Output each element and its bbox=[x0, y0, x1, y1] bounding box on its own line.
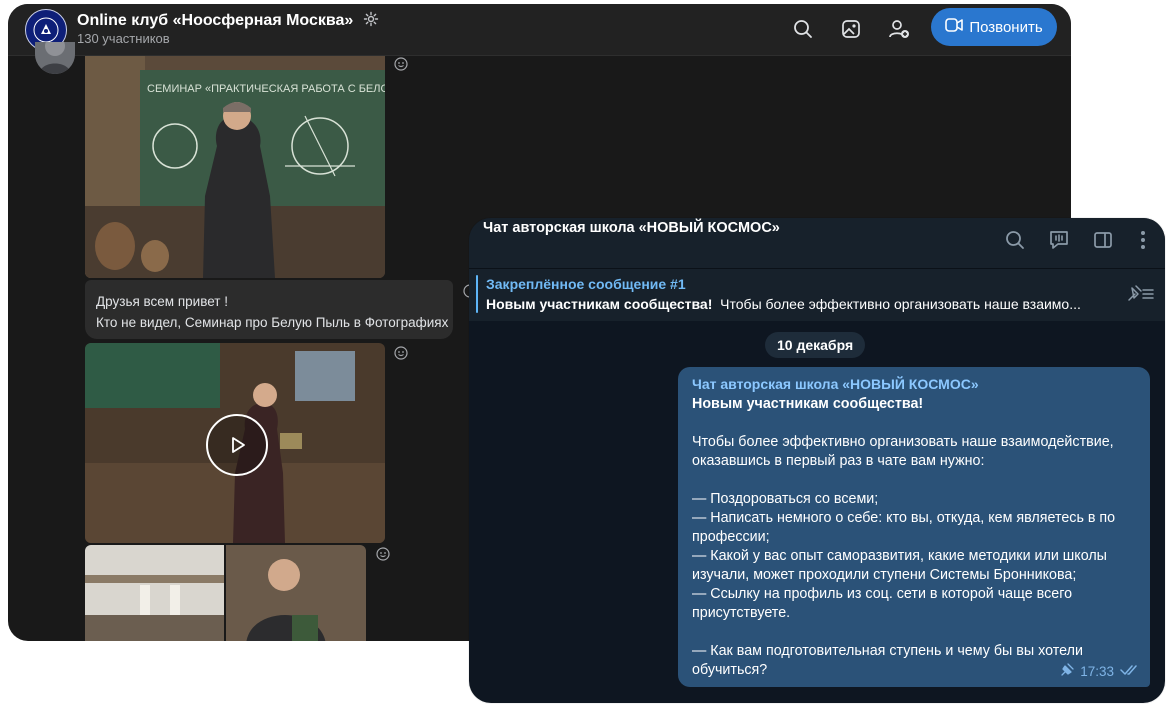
video-call-icon bbox=[945, 17, 964, 37]
sidebar-icon[interactable] bbox=[1091, 228, 1115, 252]
portrait-photo[interactable] bbox=[226, 545, 366, 641]
pinned-list-icon[interactable] bbox=[1125, 282, 1157, 306]
search-icon[interactable] bbox=[1003, 228, 1027, 252]
message-text: Новым участникам сообщества! Чтобы более… bbox=[692, 395, 1142, 680]
smiley-icon[interactable] bbox=[376, 547, 390, 561]
telegram-chat-header: Чат авторская школа «НОВЫЙ КОСМОС» bbox=[469, 218, 1165, 268]
pinned-preview-text: Чтобы более эффективно организовать наше… bbox=[720, 296, 1081, 312]
message-item-2: — Написать немного о себе: кто вы, откуд… bbox=[692, 510, 1116, 545]
seminar-video[interactable] bbox=[85, 343, 385, 543]
telegram-chat-window: Чат авторская школа «НОВЫЙ КОСМОС» Закре… bbox=[469, 218, 1165, 703]
message-time: 17:33 bbox=[1080, 664, 1114, 679]
pinned-message-bar[interactable]: Закреплённое сообщение #1 Новым участник… bbox=[469, 268, 1165, 321]
sender-avatar[interactable] bbox=[35, 42, 75, 74]
message-question: — Как вам подготовительная ступень и чем… bbox=[692, 643, 1083, 678]
pinned-title: Закреплённое сообщение #1 bbox=[486, 276, 686, 292]
call-button[interactable]: Позвонить bbox=[931, 8, 1057, 46]
search-icon[interactable] bbox=[791, 17, 815, 41]
smiley-icon[interactable] bbox=[394, 57, 408, 71]
discussion-icon[interactable] bbox=[1047, 228, 1071, 252]
call-button-label: Позвонить bbox=[969, 18, 1043, 36]
message-item-3: — Какой у вас опыт саморазвития, какие м… bbox=[692, 548, 1107, 583]
chat-title[interactable]: Online клуб «Ноосферная Москва» bbox=[77, 11, 379, 32]
hall-photo[interactable] bbox=[85, 545, 224, 641]
community-logo-icon bbox=[33, 17, 59, 43]
message-heading: Новым участникам сообщества! bbox=[692, 396, 924, 412]
play-icon bbox=[232, 437, 245, 453]
pinned-preview-bold: Новым участникам сообщества! bbox=[486, 296, 713, 312]
date-badge: 10 декабря bbox=[765, 332, 866, 358]
play-button[interactable] bbox=[206, 414, 268, 476]
message-item-1: — Поздороваться со всеми; bbox=[692, 491, 879, 507]
pinned-indicator bbox=[476, 275, 478, 313]
caption-line-2: Кто не видел, Семинар про Белую Пыль в Ф… bbox=[96, 315, 449, 330]
settings-gear-icon[interactable] bbox=[363, 11, 379, 32]
add-user-icon[interactable] bbox=[887, 17, 911, 41]
pin-icon bbox=[1060, 663, 1074, 680]
vk-chat-header: Online клуб «Ноосферная Москва» 130 учас… bbox=[8, 4, 1071, 56]
chat-title[interactable]: Чат авторская школа «НОВЫЙ КОСМОС» bbox=[483, 220, 780, 236]
message-author[interactable]: Чат авторская школа «НОВЫЙ КОСМОС» bbox=[692, 376, 979, 392]
message-bubble[interactable]: Чат авторская школа «НОВЫЙ КОСМОС» Новым… bbox=[678, 367, 1150, 687]
message-caption: Друзья всем привет ! Кто не видел, Семин… bbox=[85, 280, 453, 339]
message-meta: 17:33 bbox=[1060, 663, 1140, 680]
board-inscription: СЕМИНАР «ПРАКТИЧЕСКАЯ РАБОТА С БЕЛОЙ ПЫЛ… bbox=[147, 82, 385, 95]
pinned-preview: Новым участникам сообщества! Чтобы более… bbox=[486, 296, 1106, 312]
smiley-icon[interactable] bbox=[394, 346, 408, 360]
gallery-icon[interactable] bbox=[839, 17, 863, 41]
members-count: 130 участников bbox=[77, 31, 170, 46]
read-checkmarks-icon bbox=[1120, 664, 1140, 679]
more-icon[interactable] bbox=[1131, 228, 1155, 252]
message-item-4: — Ссылку на профиль из соц. сети в котор… bbox=[692, 586, 1073, 621]
chat-title-text: Online клуб «Ноосферная Москва» bbox=[77, 12, 354, 29]
seminar-photo-1[interactable]: СЕМИНАР «ПРАКТИЧЕСКАЯ РАБОТА С БЕЛОЙ ПЫЛ… bbox=[85, 56, 385, 278]
caption-line-1: Друзья всем привет ! bbox=[96, 294, 228, 309]
message-paragraph: Чтобы более эффективно организовать наше… bbox=[692, 434, 1114, 469]
